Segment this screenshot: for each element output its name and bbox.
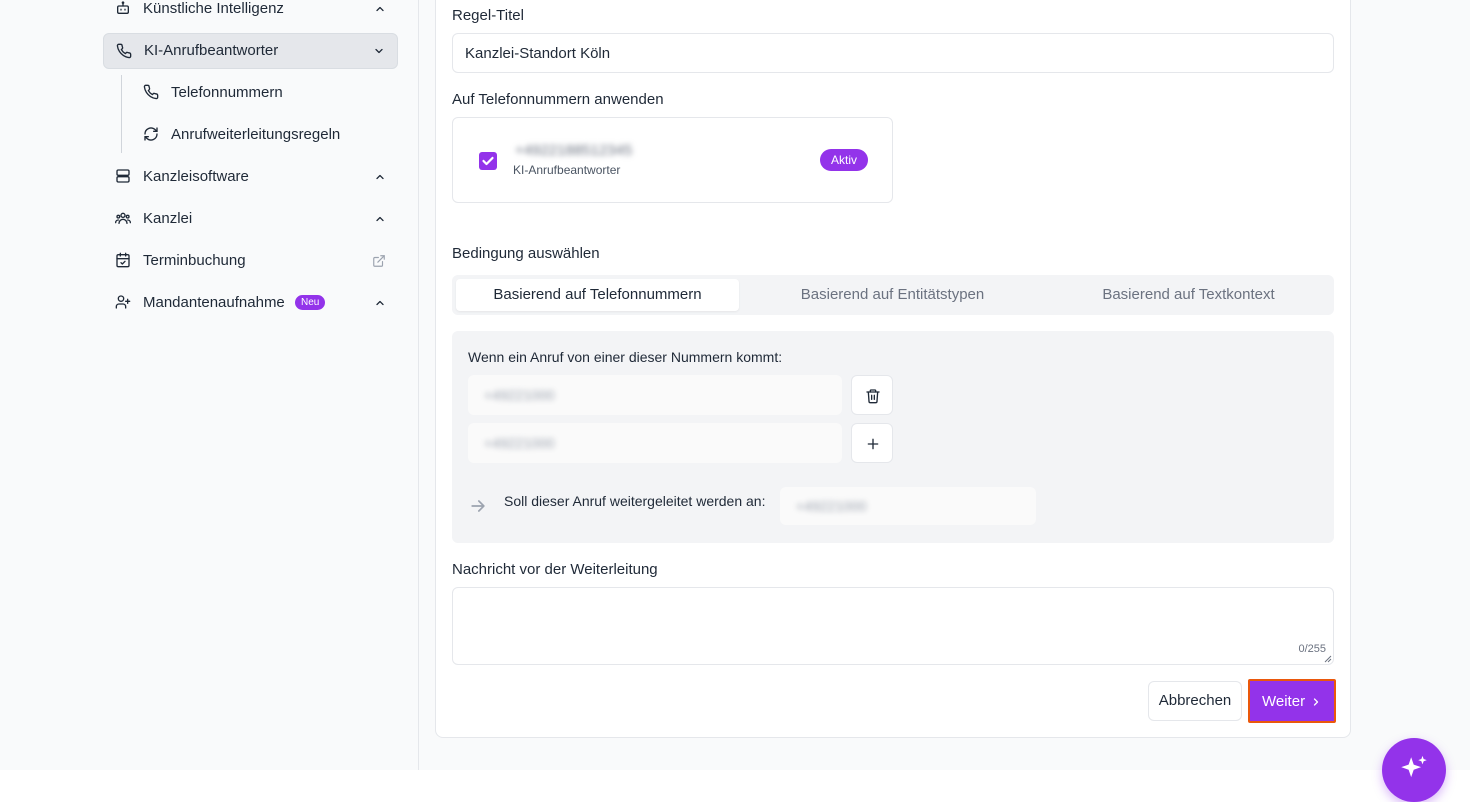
sidebar-item-label: Terminbuchung — [143, 252, 246, 269]
condition-description: Wenn ein Anruf von einer dieser Nummern … — [468, 349, 783, 365]
calendar-check-icon — [116, 252, 130, 268]
tab-text-context[interactable]: Basierend auf Textkontext — [1043, 279, 1334, 311]
message-textarea[interactable]: 0/255 — [452, 587, 1334, 665]
server-icon — [116, 169, 130, 183]
sidebar-item-label: Mandantenaufnahme — [143, 294, 285, 311]
condition-label: Bedingung auswählen — [452, 245, 600, 262]
sidebar: Künstliche Intelligenz KI-Anrufbeantwort… — [0, 0, 419, 770]
new-badge: Neu — [295, 295, 326, 310]
sparkles-icon — [1401, 755, 1427, 778]
sidebar-item-kanzlei[interactable]: Kanzlei — [103, 201, 398, 237]
sidebar-subitem-anrufweiterleitungsregeln[interactable]: Anrufweiterleitungsregeln — [131, 117, 398, 153]
forward-number-input[interactable]: +49221000 — [780, 487, 1036, 525]
ai-assistant-button[interactable] — [1382, 738, 1446, 802]
rule-title-label: Regel-Titel — [452, 7, 524, 24]
condition-box: Wenn ein Anruf von einer dieser Nummern … — [452, 331, 1334, 543]
next-button-label: Weiter — [1262, 693, 1306, 710]
cancel-button[interactable]: Abbrechen — [1148, 681, 1242, 721]
app-background: Künstliche Intelligenz KI-Anrufbeantwort… — [0, 0, 1470, 770]
chevron-down-icon — [375, 48, 383, 54]
phone-icon — [143, 84, 159, 100]
users-icon — [115, 212, 131, 224]
phone-number-card[interactable]: +4922188512345 KI-Anrufbeantworter Aktiv — [452, 117, 893, 203]
chevron-up-icon — [376, 6, 384, 12]
sidebar-item-kuenstliche-intelligenz[interactable]: Künstliche Intelligenz — [103, 0, 398, 27]
trash-icon — [866, 389, 880, 404]
sidebar-item-ki-anrufbeantworter[interactable]: KI-Anrufbeantworter — [103, 33, 398, 69]
sidebar-item-label: Kanzleisoftware — [143, 168, 249, 185]
add-number-button[interactable] — [851, 423, 893, 463]
phone-number-checkbox[interactable] — [479, 152, 497, 170]
next-button[interactable]: Weiter — [1248, 679, 1336, 723]
phone-number-subtitle: KI-Anrufbeantworter — [513, 163, 621, 177]
refresh-icon — [144, 127, 158, 141]
arrow-right-icon — [471, 500, 485, 512]
sidebar-subitem-label: Anrufweiterleitungsregeln — [171, 126, 341, 143]
sidebar-item-label: Kanzlei — [143, 210, 193, 227]
forward-number-value: +49221000 — [796, 498, 867, 514]
phone-icon — [116, 43, 132, 59]
sidebar-item-kanzleisoftware[interactable]: Kanzleisoftware — [103, 159, 398, 195]
chevron-up-icon — [376, 174, 384, 180]
delete-number-button[interactable] — [851, 375, 893, 415]
number-input[interactable]: +49221000 — [468, 375, 842, 415]
tab-entity-types[interactable]: Basierend auf Entitätstypen — [747, 279, 1038, 311]
message-label: Nachricht vor der Weiterleitung — [452, 561, 658, 578]
sidebar-subitem-telefonnummern[interactable]: Telefonnummern — [131, 75, 398, 111]
condition-tabs: Basierend auf Telefonnummern Basierend a… — [452, 275, 1334, 315]
chevron-right-icon — [1313, 698, 1319, 706]
user-plus-icon — [115, 295, 131, 309]
rule-title-input[interactable]: Kanzlei-Standort Köln — [452, 33, 1334, 73]
sidebar-item-mandantenaufnahme[interactable]: Mandantenaufnahme Neu — [103, 285, 398, 321]
submenu-divider — [121, 75, 122, 153]
sidebar-subitem-label: Telefonnummern — [171, 84, 283, 101]
resize-handle-icon[interactable] — [1324, 655, 1332, 663]
chevron-up-icon — [376, 300, 384, 306]
number-input-value: +49221000 — [484, 435, 555, 451]
sidebar-item-terminbuchung[interactable]: Terminbuchung — [103, 243, 398, 279]
check-icon — [482, 156, 494, 166]
forward-label: Soll dieser Anruf weitergeleitet werden … — [504, 493, 766, 509]
apply-numbers-label: Auf Telefonnummern anwenden — [452, 91, 664, 108]
status-badge: Aktiv — [820, 149, 869, 171]
tab-phone-numbers[interactable]: Basierend auf Telefonnummern — [456, 279, 739, 311]
number-input-value: +49221000 — [484, 387, 555, 403]
external-link-icon — [373, 255, 385, 267]
character-counter: 0/255 — [1298, 643, 1326, 655]
phone-number-value: +4922188512345 — [515, 142, 633, 159]
sidebar-item-label: Künstliche Intelligenz — [143, 0, 284, 17]
plus-icon — [867, 438, 879, 450]
number-input[interactable]: +49221000 — [468, 423, 842, 463]
bot-icon — [117, 1, 129, 14]
sidebar-item-label: KI-Anrufbeantworter — [144, 42, 279, 59]
chevron-up-icon — [376, 216, 384, 222]
